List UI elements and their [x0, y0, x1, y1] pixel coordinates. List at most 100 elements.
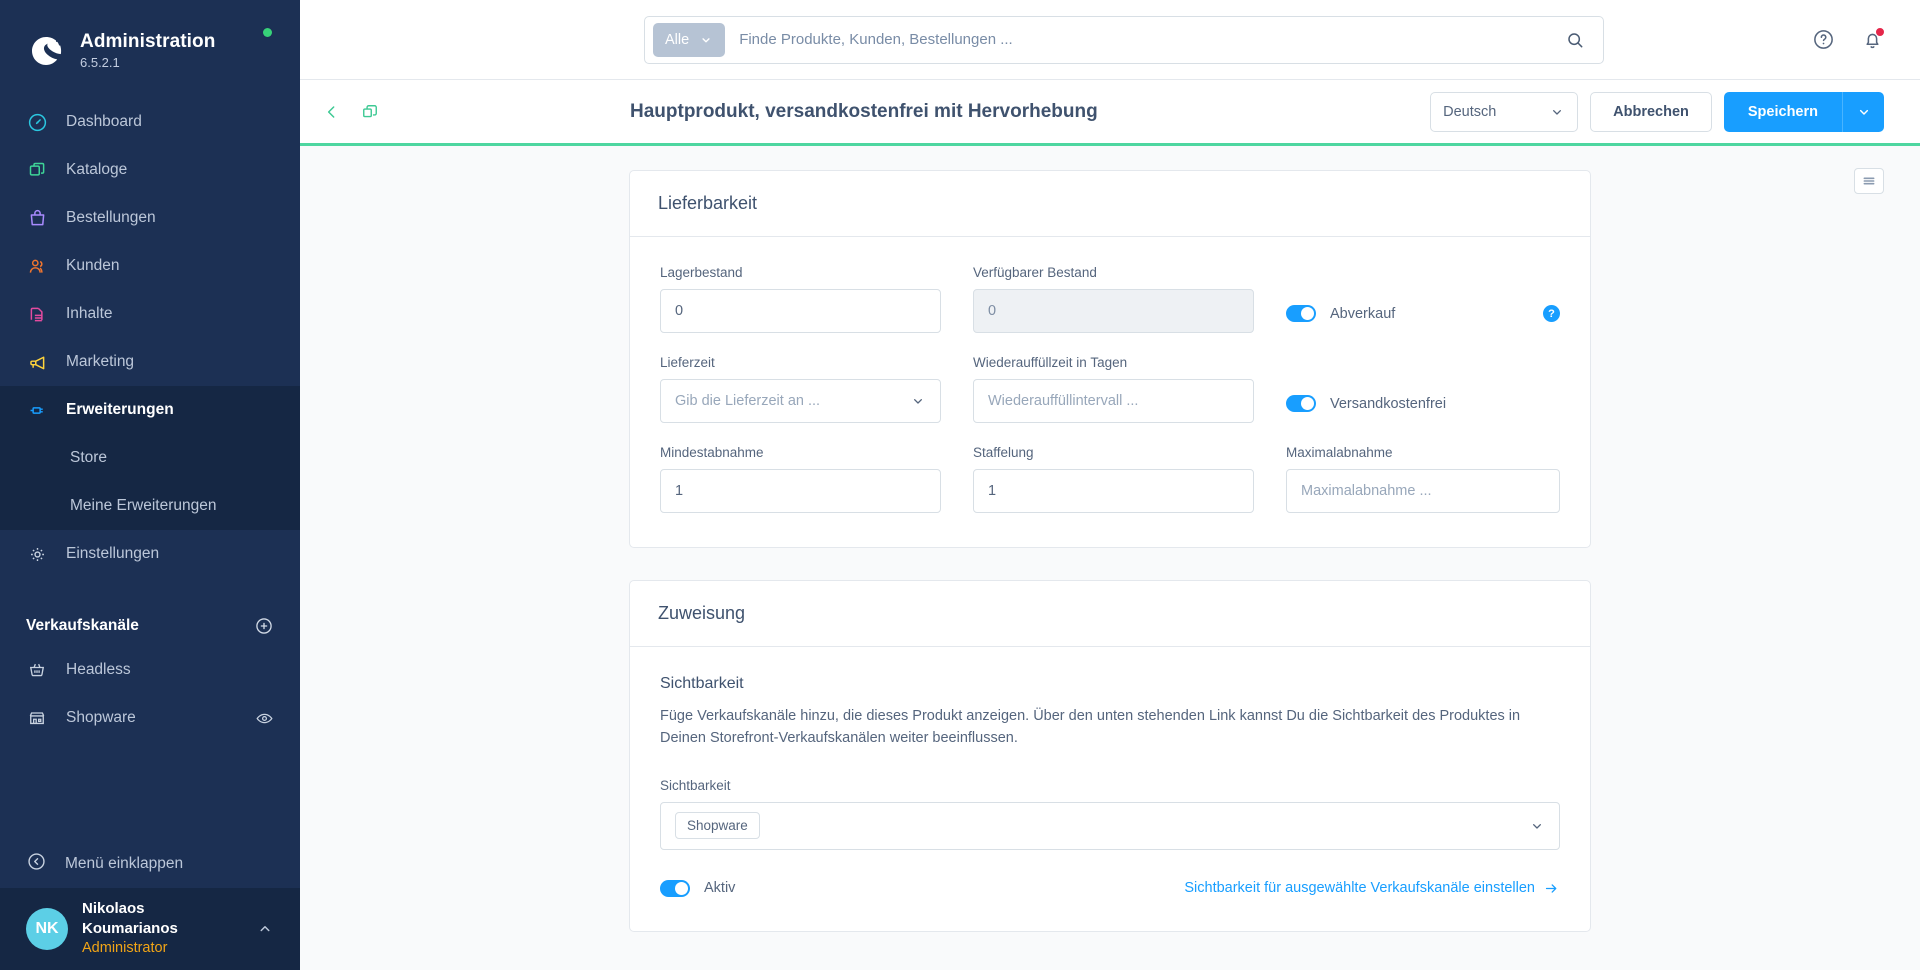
user-info: Nikolaos Koumarianos Administrator — [82, 899, 242, 959]
product-header: Hauptprodukt, versandkostenfrei mit Herv… — [300, 80, 1920, 146]
delivery-card-body: Lagerbestand Verfügbarer Bestand Abverka… — [630, 237, 1590, 547]
sidebar-item-dashboard[interactable]: Dashboard — [0, 98, 300, 146]
save-button[interactable]: Speichern — [1723, 91, 1842, 132]
sidebar-item-headless[interactable]: Headless — [0, 646, 300, 694]
arrow-right-icon — [1545, 884, 1557, 893]
delivery-fields-grid: Lagerbestand Verfügbarer Bestand Abverka… — [660, 265, 1560, 513]
sidebar-item-store[interactable]: Store — [0, 434, 300, 482]
sidebar-item-erweiterungen[interactable]: Erweiterungen — [0, 386, 300, 434]
min-purchase-input[interactable] — [660, 469, 941, 513]
copy-icon[interactable] — [360, 102, 380, 122]
search-input[interactable] — [725, 16, 1565, 63]
field-label: Staffelung — [973, 445, 1034, 460]
sidebar-item-bestellungen[interactable]: Bestellungen — [0, 194, 300, 242]
search-scope-dropdown[interactable]: Alle — [653, 22, 726, 57]
visibility-chip[interactable]: Shopware — [675, 812, 760, 840]
field-max-purchase: Maximalabnahme — [1286, 445, 1560, 513]
sidebar-item-kunden[interactable]: Kunden — [0, 242, 300, 290]
delivery-time-select[interactable]: Gib die Lieferzeit an ... — [660, 379, 941, 423]
topbar-actions — [1812, 27, 1885, 51]
gear-icon — [26, 543, 48, 565]
search-icon[interactable] — [1565, 30, 1595, 50]
customers-icon — [26, 255, 48, 277]
stock-input[interactable] — [660, 289, 941, 333]
topbar: Alle — [300, 0, 1920, 80]
save-dropdown-button[interactable] — [1842, 91, 1884, 132]
extensions-icon — [26, 399, 48, 421]
notification-badge — [1875, 27, 1885, 37]
bell-icon[interactable] — [1861, 27, 1885, 51]
sidebar-item-einstellungen[interactable]: Einstellungen — [0, 530, 300, 578]
product-header-actions — [322, 102, 380, 122]
sidebar-item-shopware-channel[interactable]: Shopware — [0, 694, 300, 742]
sidebar-item-label: Dashboard — [66, 113, 142, 130]
collapse-menu-button[interactable]: Menü einklappen — [0, 840, 300, 888]
sidebar-item-label: Kunden — [66, 257, 120, 274]
visibility-description: Füge Verkaufskanäle hinzu, die dieses Pr… — [660, 708, 1521, 747]
sidebar-item-label: Headless — [66, 661, 131, 678]
sidebar-subitem-label: Meine Erweiterungen — [70, 497, 217, 514]
dashboard-icon — [26, 111, 48, 133]
extensions-submenu: Store Meine Erweiterungen — [0, 434, 300, 530]
clearance-sale-label: Abverkauf — [1330, 305, 1396, 322]
field-purchase-steps: Staffelung — [973, 445, 1254, 513]
visibility-multiselect[interactable]: Shopware — [660, 801, 1560, 850]
sidebar-item-inhalte[interactable]: Inhalte — [0, 290, 300, 338]
field-delivery-time: Lieferzeit Gib die Lieferzeit an ... — [660, 355, 941, 423]
clearance-sale-toggle[interactable] — [1286, 305, 1316, 322]
sidebar-item-meine-erweiterungen[interactable]: Meine Erweiterungen — [0, 482, 300, 530]
brand-header: Administration 6.5.2.1 — [0, 0, 300, 80]
storefront-icon — [26, 707, 48, 729]
field-stock: Lagerbestand — [660, 265, 941, 333]
list-view-icon[interactable] — [1854, 168, 1884, 194]
chevron-down-icon — [1553, 109, 1562, 115]
cancel-button[interactable]: Abbrechen — [1590, 91, 1712, 132]
sidebar-item-marketing[interactable]: Marketing — [0, 338, 300, 386]
visibility-settings-link-label: Sichtbarkeit für ausgewählte Verkaufskan… — [1184, 880, 1535, 897]
assignment-card: Zuweisung Sichtbarkeit Füge Verkaufskanä… — [629, 580, 1591, 932]
purchase-steps-input[interactable] — [973, 469, 1254, 513]
field-label: Mindestabnahme — [660, 445, 764, 460]
sidebar-item-label: Kataloge — [66, 161, 128, 178]
eye-icon[interactable] — [255, 709, 274, 728]
brand-version: 6.5.2.1 — [80, 54, 120, 70]
global-search: Alle — [644, 15, 1604, 64]
question-circle-icon[interactable] — [1812, 28, 1835, 51]
search-scope-label: Alle — [665, 31, 690, 48]
sidebar-item-label: Bestellungen — [66, 209, 156, 226]
max-purchase-input[interactable] — [1286, 469, 1560, 513]
main-navigation: Dashboard Kataloge Bestellungen Kunden I… — [0, 98, 300, 578]
available-stock-input — [973, 289, 1254, 333]
collapse-menu-label: Menü einklappen — [65, 855, 184, 872]
user-profile[interactable]: NK Nikolaos Koumarianos Administrator — [0, 888, 300, 970]
visibility-settings-link[interactable]: Sichtbarkeit für ausgewählte Verkaufskan… — [1184, 880, 1560, 897]
field-label: Maximalabnahme — [1286, 445, 1393, 460]
language-select-value: Deutsch — [1443, 103, 1497, 120]
user-role: Administrator — [82, 940, 168, 957]
free-shipping-toggle[interactable] — [1286, 395, 1316, 412]
sidebar-item-kataloge[interactable]: Kataloge — [0, 146, 300, 194]
content-scroll-area[interactable]: Lieferbarkeit Lagerbestand Verfügbarer B… — [300, 146, 1920, 970]
add-sales-channel-icon[interactable] — [254, 616, 274, 636]
chevron-down-icon — [1529, 818, 1545, 834]
visibility-heading: Sichtbarkeit — [660, 675, 744, 692]
avatar: NK — [26, 908, 68, 950]
sidebar-subitem-label: Store — [70, 449, 108, 466]
field-label: Lagerbestand — [660, 265, 743, 280]
assignment-card-body: Sichtbarkeit Füge Verkaufskanäle hinzu, … — [630, 647, 1590, 931]
chevron-down-icon — [914, 399, 922, 404]
restock-time-input[interactable] — [973, 379, 1254, 423]
help-icon[interactable]: ? — [1543, 305, 1560, 322]
chevron-left-icon[interactable] — [322, 102, 342, 122]
chevron-down-icon — [1859, 109, 1868, 115]
chevron-up-icon[interactable] — [256, 920, 274, 938]
delivery-time-placeholder: Gib die Lieferzeit an ... — [675, 393, 821, 409]
field-label: Sichtbarkeit — [660, 777, 731, 793]
active-toggle[interactable] — [660, 879, 690, 897]
sidebar-item-label: Marketing — [66, 353, 135, 370]
language-select[interactable]: Deutsch — [1430, 91, 1579, 132]
field-label: Lieferzeit — [660, 355, 715, 370]
catalog-icon — [26, 159, 48, 181]
delivery-card: Lieferbarkeit Lagerbestand Verfügbarer B… — [629, 170, 1591, 548]
